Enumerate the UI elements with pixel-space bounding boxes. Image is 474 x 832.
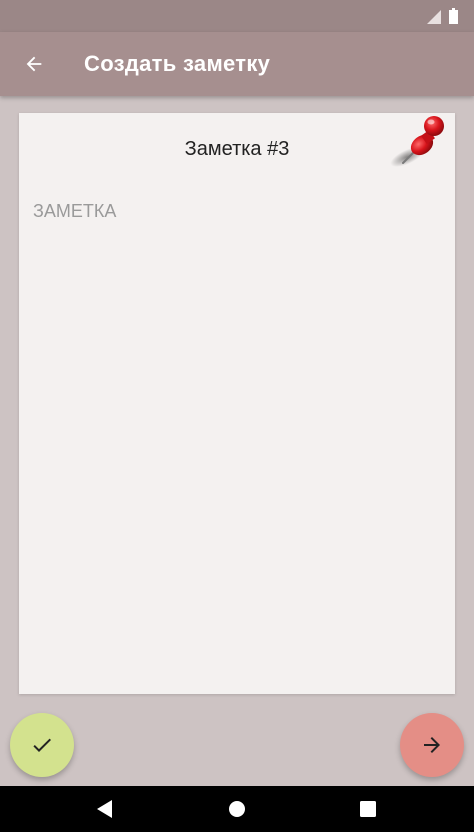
- home-circle-icon: [229, 801, 245, 817]
- note-card: Заметка #3: [19, 113, 455, 694]
- recents-square-icon: [360, 801, 376, 817]
- back-triangle-icon: [97, 800, 112, 818]
- signal-icon: [427, 10, 441, 24]
- navigation-bar: [0, 786, 474, 832]
- push-pin-icon[interactable]: [385, 111, 455, 177]
- status-icons: [427, 8, 458, 24]
- arrow-forward-icon: [424, 737, 440, 753]
- app-bar: Создать заметку: [0, 32, 474, 96]
- battery-icon: [449, 8, 458, 24]
- nav-back-button[interactable]: [75, 786, 135, 832]
- page-title: Создать заметку: [84, 51, 271, 76]
- back-button[interactable]: [14, 44, 54, 84]
- nav-home-button[interactable]: [207, 786, 267, 832]
- next-button[interactable]: [400, 713, 464, 777]
- check-icon: [33, 738, 51, 752]
- note-body-input[interactable]: [33, 201, 441, 680]
- arrow-back-icon: [26, 56, 42, 72]
- confirm-button[interactable]: [10, 713, 74, 777]
- status-bar: [0, 0, 474, 32]
- nav-recents-button[interactable]: [338, 786, 398, 832]
